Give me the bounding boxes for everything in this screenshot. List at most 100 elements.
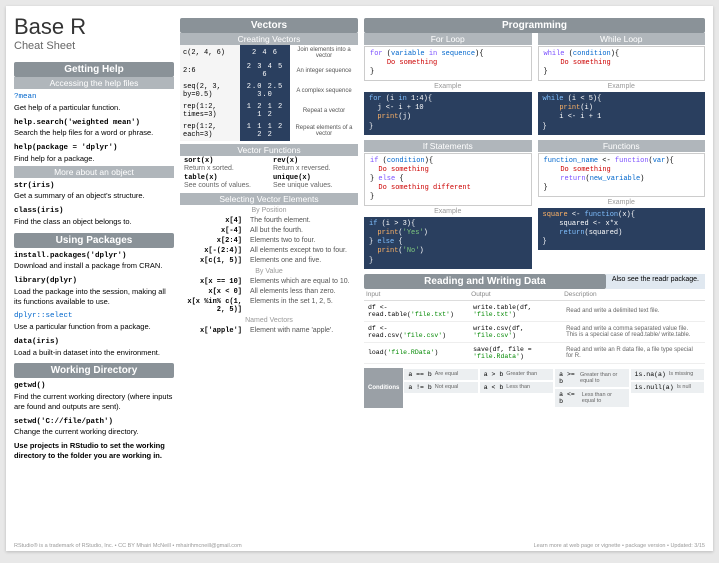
pkg-code-1: install.packages('dplyr'): [14, 252, 127, 260]
if-header: If Statements: [364, 140, 532, 152]
cond-cell: a < bLess than: [479, 381, 554, 394]
using-packages-header: Using Packages: [14, 233, 174, 248]
cond-desc: Not equal: [435, 384, 459, 390]
fn-example-label: Example: [538, 199, 706, 206]
cond-cell: a != b Not equal: [403, 381, 478, 394]
rw-desc: Read and write a delimited text file.: [562, 300, 705, 321]
readr-note: Also see the readr package.: [606, 274, 705, 289]
help-desc-3: Find help for a package.: [14, 154, 94, 163]
cond-desc: Less than: [506, 384, 530, 390]
rw-table: Input Output Description df <- read.tabl…: [364, 289, 705, 364]
if-example: if (i > 3){ print('Yes')} else { print('…: [364, 217, 532, 268]
functions-header: Functions: [538, 140, 706, 152]
cond-cell: is.null(a)Is null: [630, 381, 705, 394]
help-code-1: ?mean: [14, 93, 37, 101]
accessing-help-subheader: Accessing the help files: [14, 77, 174, 89]
for-loop-header: For Loop: [364, 33, 532, 45]
vec-desc: Repeat elements of a vector: [290, 121, 358, 141]
help-desc-4: Get a summary of an object's structure.: [14, 191, 145, 200]
cond-code: a > b: [484, 371, 504, 378]
while-example: while (i < 5){ print(i) i <- i + 1}: [538, 92, 706, 134]
more-object-subheader: More about an object: [14, 166, 174, 178]
sel-row: x[x == 10]Elements which are equal to 10…: [180, 277, 358, 287]
cond-cell: is.na(a)Is missing: [630, 368, 705, 381]
conditions-table: Conditions a == bAre equal a != b Not equa…: [364, 368, 705, 408]
help-code-2: help.search('weighted mean'): [14, 119, 140, 127]
sel-desc: Elements one and five.: [250, 257, 358, 265]
fn-example: square <- function(x){ squared <- x*x re…: [538, 208, 706, 250]
help-code-4: str(iris): [14, 182, 55, 190]
help-desc-1: Get help of a particular function.: [14, 103, 120, 112]
vector-row: c(2, 4, 6)2 4 6Join elements into a vect…: [180, 45, 358, 61]
cond-code: is.null(a): [635, 384, 674, 391]
cond-code: a < b: [484, 384, 504, 391]
for-template: for (variable in sequence){ Do something…: [364, 46, 532, 81]
sel-desc: Element with name 'apple'.: [250, 327, 358, 335]
vec-code: rep(1:2, times=3): [180, 101, 240, 121]
while-loop-header: While Loop: [538, 33, 706, 45]
rw-output: save(df, file = 'file.Rdata'): [469, 342, 562, 363]
cond-desc: Greater than: [506, 371, 537, 377]
pkg-desc-3: Use a particular function from a package…: [14, 322, 151, 331]
sel-desc: All elements except two to four.: [250, 247, 358, 255]
wd-desc-1: Find the current working directory (wher…: [14, 392, 172, 411]
sel-code: x[-(2:4)]: [180, 247, 250, 255]
vfn-row: table(x)See counts of values.unique(x)Se…: [180, 173, 358, 190]
rw-th-input: Input: [364, 289, 469, 301]
cond-code: a >= b: [559, 371, 577, 385]
vector-functions-subheader: Vector Functions: [180, 144, 358, 156]
wd-desc-2: Change the current working directory.: [14, 427, 139, 436]
vectors-header: Vectors: [180, 18, 358, 33]
rw-output: write.csv(df, 'file.csv'): [469, 321, 562, 342]
cond-code: a <= b: [559, 391, 579, 405]
sel-row: x['apple']Element with name 'apple'.: [180, 326, 358, 336]
getting-help-header: Getting Help: [14, 62, 174, 77]
vec-output: 2 3 4 5 6: [240, 61, 290, 81]
help-desc-2: Search the help files for a word or phra…: [14, 128, 153, 137]
vec-code: rep(1:2, each=3): [180, 121, 240, 141]
by-value-label: By Value: [180, 268, 358, 275]
rw-input: df <- read.table('file.txt'): [364, 300, 469, 321]
for-example-label: Example: [364, 83, 532, 90]
sel-row: x[-4]All but the fourth.: [180, 226, 358, 236]
sel-row: x[-(2:4)]All elements except two to four…: [180, 246, 358, 256]
if-template: if (condition){ Do something} else { Do …: [364, 153, 532, 206]
vec-desc: An integer sequence: [290, 61, 358, 81]
help-code-5: class(iris): [14, 207, 64, 215]
pkg-desc-4: Load a built-in dataset into the environ…: [14, 348, 160, 357]
vec-output: 1 2 1 2 1 2: [240, 101, 290, 121]
cond-cell: a == bAre equal: [403, 368, 478, 381]
sel-desc: Elements in the set 1, 2, 5.: [250, 298, 358, 314]
cond-code: a != b: [408, 384, 431, 391]
wd-code-1: getwd(): [14, 382, 46, 390]
vec-desc: Repeat a vector: [290, 101, 358, 121]
rw-th-output: Output: [469, 289, 562, 301]
fn-template: function_name <- function(var){ Do somet…: [538, 153, 706, 197]
vec-output: 2 4 6: [240, 45, 290, 61]
wd-note: Use projects in RStudio to set the worki…: [14, 441, 165, 460]
column-middle: Vectors Creating Vectors c(2, 4, 6)2 4 6…: [180, 14, 358, 543]
rw-desc: Read and write a comma separated value f…: [562, 321, 705, 342]
working-dir-header: Working Directory: [14, 363, 174, 378]
sel-code: x[2:4]: [180, 237, 250, 245]
wd-code-2: setwd('C://file/path'): [14, 418, 113, 426]
help-desc-5: Find the class an object belongs to.: [14, 217, 132, 226]
vec-code: 2:6: [180, 61, 240, 81]
sel-row: x[x %in% c(1, 2, 5)]Elements in the set …: [180, 297, 358, 315]
vector-row: rep(1:2, each=3)1 1 1 2 2 2Repeat elemen…: [180, 121, 358, 141]
cond-desc: Is missing: [669, 371, 693, 377]
selecting-elements-subheader: Selecting Vector Elements: [180, 193, 358, 205]
rw-row: df <- read.table('file.txt')write.table(…: [364, 300, 705, 321]
cond-desc: Less than or equal to: [582, 392, 625, 404]
page-title: Base R: [14, 14, 174, 40]
while-example-label: Example: [538, 83, 706, 90]
cond-cell: a <= bLess than or equal to: [554, 388, 629, 408]
while-template: while (condition){ Do something}: [538, 46, 706, 81]
cond-desc: Greater than or equal to: [580, 372, 625, 384]
cond-cell: a > bGreater than: [479, 368, 554, 381]
creating-vectors-subheader: Creating Vectors: [180, 33, 358, 45]
conditions-label: Conditions: [364, 368, 403, 408]
for-example: for (i in 1:4){ j <- i + 10 print(j)}: [364, 92, 532, 134]
column-right: Programming For Loop for (variable in se…: [364, 14, 705, 543]
vec-code: seq(2, 3, by=0.5): [180, 81, 240, 101]
